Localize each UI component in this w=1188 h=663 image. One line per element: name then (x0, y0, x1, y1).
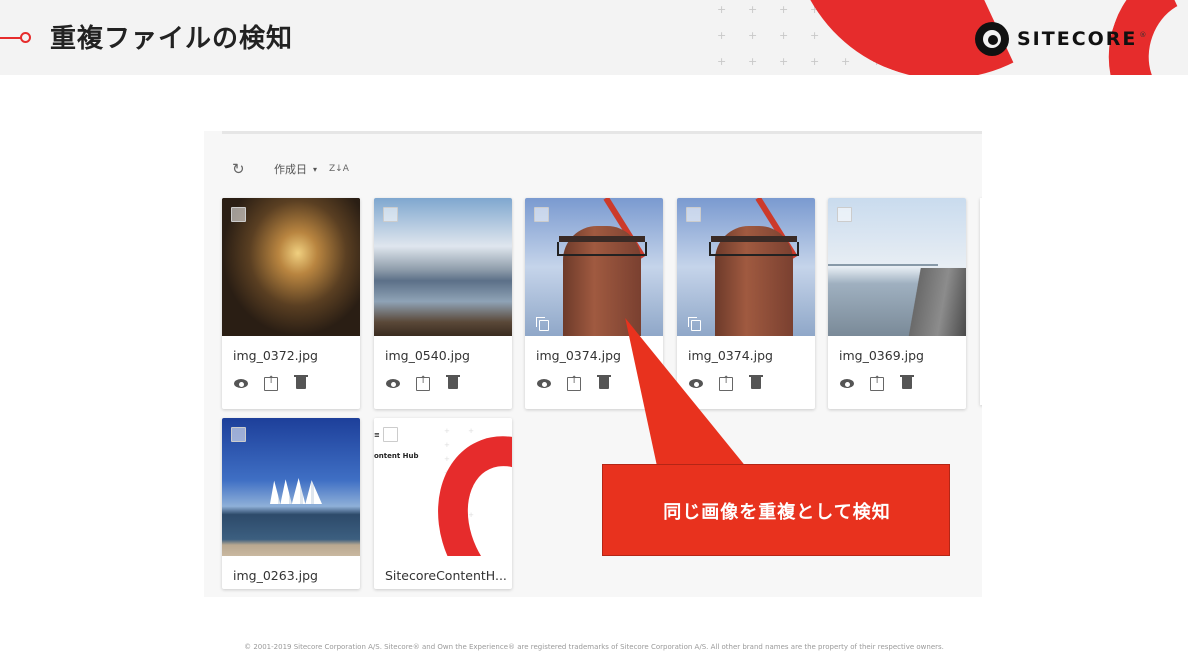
sailship-sails (270, 478, 322, 504)
slide: 重複ファイルの検知 + + + + + + + + + + + + + + + + + + + + + + + + SITEC… (0, 0, 1188, 663)
plus-decoration: + (717, 55, 727, 68)
asset-thumbnail[interactable] (677, 198, 815, 336)
delete-trash-icon[interactable] (749, 375, 763, 389)
chevron-down-icon[interactable]: ▾ (313, 165, 317, 174)
header-accent-line (0, 37, 22, 39)
asset-card[interactable]: img_0374.jpg (677, 198, 815, 409)
delete-trash-icon[interactable] (900, 375, 914, 389)
delete-trash-icon[interactable] (294, 375, 308, 389)
plus-decoration: + (717, 29, 727, 42)
asset-card[interactable]: + + + + + + + + + + + + ≡ ontent Hub Siteco… (374, 418, 512, 589)
duplicate-icon (688, 317, 701, 331)
tower-railing (557, 242, 647, 256)
callout-text: 同じ画像を重複として検知 (663, 502, 891, 523)
asset-thumbnail[interactable]: + + + + + + + + + + + + ≡ ontent Hub (374, 418, 512, 556)
asset-filename: img_0540.jpg (385, 348, 470, 363)
sitecore-logo-text: SITECORE (1017, 28, 1138, 50)
select-checkbox[interactable] (837, 207, 852, 222)
slide-header: 重複ファイルの検知 + + + + + + + + + + + + + + + + + + + + + + + + SITEC… (0, 0, 1188, 75)
upload-icon[interactable] (719, 375, 733, 391)
callout-box: 同じ画像を重複として検知 (602, 464, 950, 556)
upload-icon[interactable] (264, 375, 278, 391)
asset-actions (677, 369, 815, 409)
delete-trash-icon[interactable] (597, 375, 611, 389)
upload-icon[interactable] (567, 375, 581, 391)
plus-decoration: + (748, 55, 758, 68)
seaside-walkway (906, 268, 966, 336)
asset-actions (374, 369, 512, 409)
select-checkbox[interactable] (231, 207, 246, 222)
plus-decoration: + (810, 29, 820, 42)
sitecore-logo: SITECORE ® (975, 22, 1146, 56)
plus-decoration: + (748, 29, 758, 42)
plus-decoration: + (717, 3, 727, 16)
asset-filename: img_0372.jpg (233, 348, 318, 363)
copyright-footer: © 2001-2019 Sitecore Corporation A/S. Si… (244, 643, 944, 651)
header-accent-dot (20, 32, 31, 43)
select-checkbox[interactable] (383, 207, 398, 222)
preview-eye-icon[interactable] (234, 379, 248, 388)
registered-mark: ® (1139, 31, 1147, 39)
asset-card[interactable]: img_0263.jpg (222, 418, 360, 589)
asset-card[interactable]: img_0369.jpg (828, 198, 966, 409)
asset-thumbnail[interactable] (374, 198, 512, 336)
asset-filename: SitecoreContentH... (385, 568, 507, 583)
select-checkbox[interactable] (231, 427, 246, 442)
asset-actions (222, 369, 360, 409)
duplicate-icon (536, 317, 549, 331)
upload-icon[interactable] (416, 375, 430, 391)
asset-toolbar: ↻ 作成日 ▾ Z↓A (232, 159, 349, 179)
plus-decoration: + (779, 29, 789, 42)
asset-card-partial[interactable] (980, 198, 982, 405)
plus-decoration: + (748, 3, 758, 16)
upload-icon[interactable] (870, 375, 884, 391)
asset-filename: img_0263.jpg (233, 568, 318, 583)
bridge-span (828, 264, 938, 266)
asset-thumbnail[interactable] (525, 198, 663, 336)
asset-card[interactable]: img_0372.jpg (222, 198, 360, 409)
asset-thumbnail[interactable] (222, 198, 360, 336)
preview-eye-icon[interactable] (689, 379, 703, 388)
select-checkbox[interactable] (534, 207, 549, 222)
panel-divider (222, 131, 982, 134)
tower-railing (709, 242, 799, 256)
slide-title: 重複ファイルの検知 (50, 24, 294, 54)
plus-decoration: + (841, 55, 851, 68)
preview-eye-icon[interactable] (537, 379, 551, 388)
asset-filename: img_0374.jpg (688, 348, 773, 363)
preview-eye-icon[interactable] (840, 379, 854, 388)
refresh-icon[interactable]: ↻ (232, 160, 252, 178)
select-checkbox[interactable] (686, 207, 701, 222)
asset-actions (828, 369, 966, 409)
asset-thumbnail[interactable] (828, 198, 966, 336)
sort-order-icon[interactable]: Z↓A (329, 165, 349, 174)
preview-eye-icon[interactable] (386, 379, 400, 388)
delete-trash-icon[interactable] (446, 375, 460, 389)
asset-filename: img_0369.jpg (839, 348, 924, 363)
asset-thumbnail[interactable] (222, 418, 360, 556)
sitecore-logo-icon (975, 22, 1009, 56)
plus-decoration: + (779, 3, 789, 16)
select-checkbox[interactable] (383, 427, 398, 442)
doc-title: ontent Hub (374, 452, 419, 460)
plus-decoration: + (810, 55, 820, 68)
asset-card[interactable]: img_0540.jpg (374, 198, 512, 409)
doc-cut-text: ≡ (374, 431, 380, 439)
sort-dropdown[interactable]: 作成日 (274, 161, 307, 177)
plus-decoration: + (779, 55, 789, 68)
